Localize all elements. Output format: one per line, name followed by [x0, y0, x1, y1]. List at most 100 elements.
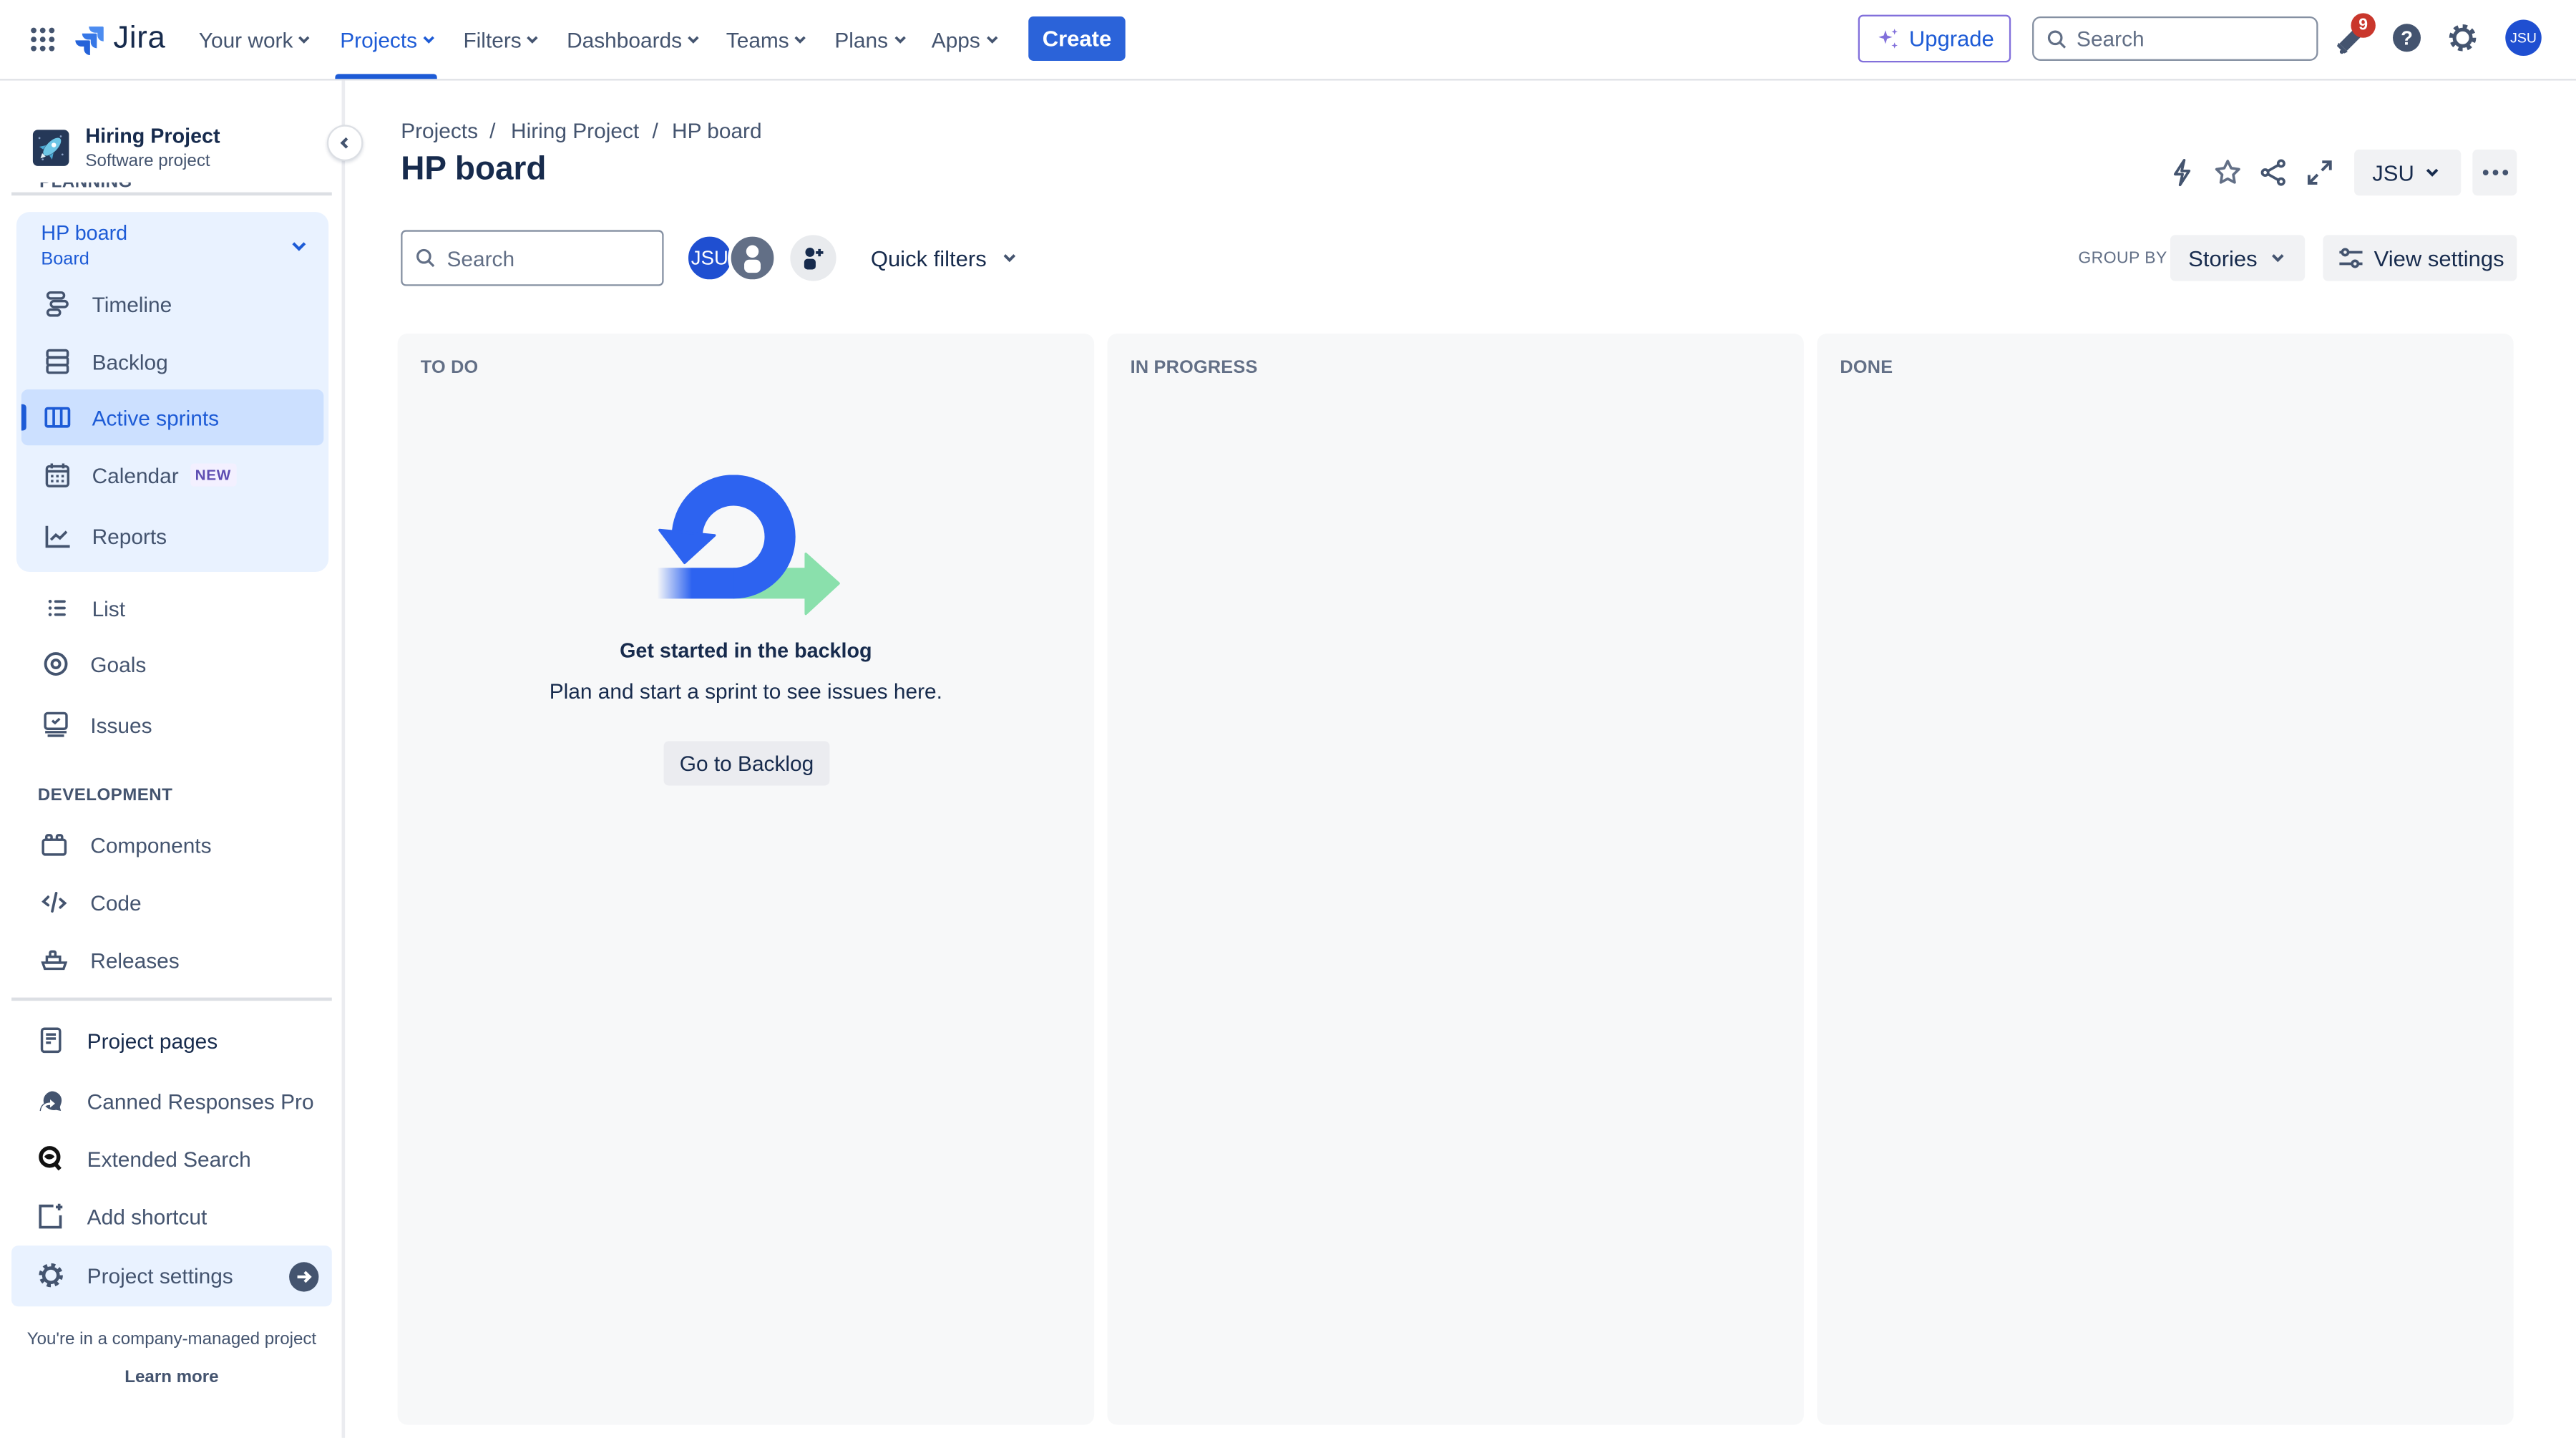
go-to-backlog-button[interactable]: Go to Backlog [663, 741, 830, 786]
extended-search-icon [38, 1145, 64, 1172]
app-switcher-icon[interactable] [29, 26, 56, 53]
nav-label: Plans [834, 26, 889, 52]
sidebar-item-canned-responses-pro[interactable]: Canned Responses Pro [11, 1073, 332, 1129]
active-nav-indicator [335, 74, 437, 79]
board-owner-dropdown[interactable]: JSU [2354, 149, 2462, 196]
sidebar-item-extended-search[interactable]: Extended Search [11, 1131, 332, 1187]
nav-label: Filters [463, 26, 522, 52]
sidebar-item-reports[interactable]: Reports [21, 507, 323, 563]
sidebar-item-timeline[interactable]: Timeline [21, 276, 323, 332]
arrow-right-icon [289, 1262, 319, 1292]
jira-logo-icon [74, 24, 105, 55]
nav-apps[interactable]: Apps [932, 23, 998, 56]
automation-lightning-icon[interactable] [2167, 157, 2196, 187]
quick-filters-dropdown[interactable]: Quick filters [871, 243, 1016, 273]
sidebar-item-label: Calendar [92, 462, 179, 487]
board-search-input[interactable]: Search [401, 230, 664, 286]
chevron-down-icon [687, 33, 700, 46]
group-by-dropdown[interactable]: Stories [2170, 235, 2306, 281]
share-icon[interactable] [2259, 157, 2288, 187]
sidebar-item-releases[interactable]: Releases [21, 932, 323, 988]
calendar-icon [44, 462, 71, 488]
help-icon[interactable]: ? [2392, 23, 2421, 52]
assignee-avatar-jsu[interactable]: JSU [685, 233, 735, 283]
column-title: DONE [1840, 358, 1893, 379]
sidebar-item-list[interactable]: List [21, 580, 323, 636]
nav-projects[interactable]: Projects [340, 23, 435, 56]
breadcrumb-projects[interactable]: Projects [401, 118, 478, 142]
sidebar-item-label: Add shortcut [87, 1203, 208, 1229]
jira-home-link[interactable]: Jira [74, 20, 165, 59]
chevron-down-icon [2425, 166, 2440, 179]
sidebar-item-components[interactable]: Components [21, 817, 323, 873]
project-type: Software project [85, 151, 210, 171]
fullscreen-expand-icon[interactable] [2305, 157, 2334, 187]
top-navigation: Jira Your work Projects Filters Dashboar… [0, 0, 2576, 81]
chevron-down-icon [1001, 251, 1016, 264]
jira-app: Jira Your work Projects Filters Dashboar… [0, 0, 2576, 1438]
breadcrumb-hiring-project[interactable]: Hiring Project [511, 118, 639, 142]
sidebar-item-label: Timeline [92, 291, 172, 316]
nav-filters[interactable]: Filters [463, 23, 540, 56]
board-switcher-chevron-icon[interactable] [291, 240, 307, 253]
search-icon [416, 248, 436, 268]
sidebar-item-active-sprints[interactable]: Active sprints [21, 389, 324, 446]
sidebar-item-project-pages[interactable]: Project pages [11, 1012, 332, 1068]
releases-icon [41, 946, 68, 973]
sidebar-item-label: Issues [90, 712, 152, 737]
board-name[interactable]: HP board [41, 222, 127, 245]
search-placeholder: Search [447, 246, 515, 271]
nav-plans[interactable]: Plans [834, 23, 906, 56]
user-avatar[interactable]: JSU [2505, 19, 2542, 57]
nav-teams[interactable]: Teams [726, 23, 807, 56]
code-icon [41, 889, 67, 915]
settings-icon[interactable] [2448, 23, 2477, 52]
planning-heading: PLANNING [39, 182, 132, 193]
learn-more-link[interactable]: Learn more [0, 1367, 343, 1387]
column-title: IN PROGRESS [1130, 358, 1258, 379]
timeline-icon [44, 291, 71, 317]
nav-your-work[interactable]: Your work [199, 23, 311, 56]
goals-icon [43, 651, 69, 677]
create-button[interactable]: Create [1028, 16, 1126, 61]
project-name[interactable]: Hiring Project [85, 125, 220, 147]
gear-icon [38, 1262, 64, 1288]
sidebar-item-add-shortcut[interactable]: Add shortcut [11, 1188, 332, 1244]
board-column-done: DONE [1817, 334, 2514, 1425]
nav-dashboards[interactable]: Dashboards [567, 23, 700, 56]
upgrade-button[interactable]: Upgrade [1858, 14, 2011, 63]
quick-filters-label: Quick filters [870, 246, 987, 271]
nav-label: Your work [198, 26, 293, 52]
unassigned-avatar[interactable] [728, 233, 777, 283]
blue-bar-shape [657, 568, 735, 599]
issues-icon [43, 711, 69, 738]
chevron-down-icon [794, 33, 807, 46]
star-icon[interactable] [2213, 157, 2243, 187]
group-by-value: Stories [2188, 246, 2258, 271]
add-people-button[interactable] [790, 235, 836, 281]
empty-state-title: Get started in the backlog [620, 639, 872, 663]
global-search-input[interactable]: Search [2032, 16, 2318, 61]
sidebar-item-project-settings[interactable]: Project settings [11, 1245, 332, 1307]
add-shortcut-icon [38, 1203, 64, 1230]
collapse-sidebar-button[interactable] [326, 125, 364, 162]
sidebar-item-backlog[interactable]: Backlog [21, 334, 323, 389]
nav-label: Projects [340, 26, 418, 52]
nav-label: Apps [931, 26, 980, 52]
sidebar-item-calendar[interactable]: Calendar NEW [21, 447, 323, 502]
nav-label: Dashboards [567, 26, 683, 52]
view-settings-button[interactable]: View settings [2323, 235, 2517, 281]
more-actions-button[interactable] [2472, 149, 2517, 196]
upgrade-label: Upgrade [1908, 26, 1994, 52]
sidebar-item-issues[interactable]: Issues [21, 696, 323, 752]
search-placeholder: Search [2077, 26, 2145, 52]
chevron-down-icon [298, 33, 311, 46]
sparkle-icon [1878, 28, 1899, 49]
sidebar-item-label: List [92, 596, 126, 621]
chevron-down-icon [422, 33, 435, 46]
sidebar-item-code[interactable]: Code [21, 874, 323, 930]
selected-indicator [21, 404, 26, 431]
breadcrumb-hp-board[interactable]: HP board [672, 118, 762, 142]
sidebar-resize-handle[interactable] [341, 80, 346, 1438]
sidebar-item-goals[interactable]: Goals [21, 636, 323, 692]
